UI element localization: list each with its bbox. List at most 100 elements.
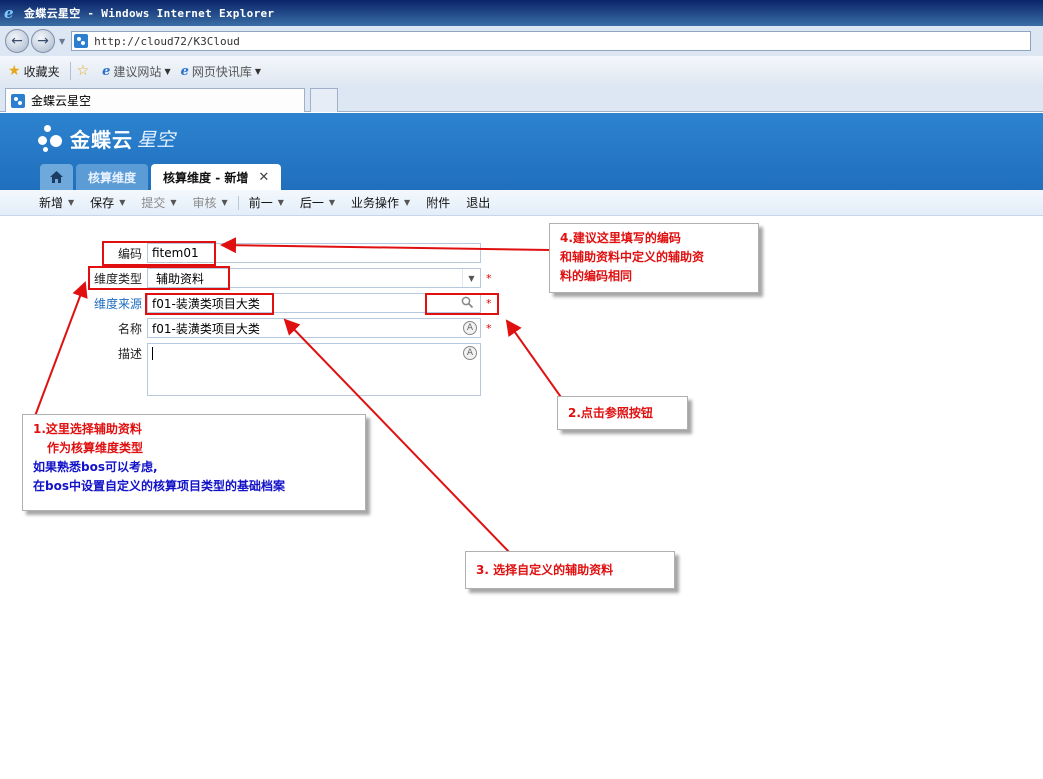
chevron-down-icon: ▼ — [277, 198, 284, 207]
favorites-bar: ★ 收藏夹 ☆ e 建议网站 ▼ e 网页快讯库 ▼ — [0, 56, 1043, 86]
home-icon — [50, 171, 63, 183]
multilanguage-icon[interactable]: A — [463, 321, 477, 335]
toolbar-attachment-button[interactable]: 附件 — [418, 194, 458, 211]
toolbar-label: 附件 — [426, 196, 451, 210]
tab-label: 核算维度 - 新增 — [163, 170, 249, 185]
note-1-line: 作为核算维度类型 — [47, 441, 144, 455]
browser-tab[interactable]: 金蝶云星空 — [5, 88, 305, 112]
logo-main-text: 金蝶云 — [70, 127, 133, 152]
toolbar-divider — [237, 195, 239, 210]
annotation-note-1: 1.这里选择辅助资料 作为核算维度类型 如果熟悉bos可以考虑, 在bos中设置… — [22, 414, 366, 511]
toolbar-new-button[interactable]: 新增 ▼ — [31, 194, 82, 211]
note-4-line: 4.建议这里填写的编码 — [560, 231, 681, 245]
text-cursor — [152, 347, 153, 360]
toolbar-submit-button[interactable]: 提交 ▼ — [133, 194, 184, 211]
toolbar-label: 保存 — [90, 196, 115, 210]
close-icon[interactable]: ✕ — [258, 170, 269, 185]
annotation-note-2: 2.点击参照按钮 — [557, 396, 688, 430]
note-1-line: 1.这里选择辅助资料 — [33, 422, 142, 436]
dimension-source-label[interactable]: 维度来源 — [86, 295, 142, 312]
toolbar-exit-button[interactable]: 退出 — [458, 194, 498, 211]
forward-button[interactable]: → — [31, 29, 55, 53]
back-arrow-icon: ← — [11, 33, 23, 49]
new-tab-button[interactable] — [310, 88, 338, 112]
toolbar-label: 前一 — [248, 196, 273, 210]
note-3-text: 3. 选择自定义的辅助资料 — [476, 562, 614, 577]
chevron-down-icon: ▼ — [254, 66, 262, 76]
toolbar-label: 新增 — [39, 196, 64, 210]
required-mark: * — [486, 322, 492, 335]
browser-tab-strip: 金蝶云星空 — [0, 86, 1043, 112]
site-favicon-icon — [74, 34, 89, 48]
address-row: ← → ▼ http://cloud72/K3Cloud — [0, 26, 1043, 56]
history-dropdown-icon[interactable]: ▼ — [59, 37, 65, 46]
window-title-bar: e 金蝶云星空 - Windows Internet Explorer — [0, 0, 1043, 26]
window-title: 金蝶云星空 - Windows Internet Explorer — [24, 7, 275, 20]
tab-accounting-dimension-new[interactable]: 核算维度 - 新增 ✕ — [151, 164, 282, 190]
highlight-reference-button — [425, 293, 499, 315]
toolbar-label: 审核 — [192, 196, 217, 210]
toolbar-label: 退出 — [466, 196, 491, 210]
logo-dots-icon — [38, 123, 68, 153]
chevron-down-icon: ▼ — [170, 198, 177, 207]
annotation-note-3: 3. 选择自定义的辅助资料 — [465, 551, 675, 589]
ie-page-icon: e — [102, 63, 111, 79]
tab-label: 核算维度 — [88, 170, 137, 185]
toolbar-business-ops-button[interactable]: 业务操作 ▼ — [343, 194, 418, 211]
favorites-button[interactable]: ★ 收藏夹 — [8, 63, 60, 80]
browser-tab-title: 金蝶云星空 — [31, 94, 92, 108]
logo-sub-text: 星空 — [137, 128, 176, 151]
note-4-line: 料的编码相同 — [560, 269, 633, 283]
toolbar-audit-button[interactable]: 审核 ▼ — [185, 194, 236, 211]
toolbar-label: 提交 — [141, 196, 166, 210]
chevron-down-icon: ▼ — [221, 198, 228, 207]
note-4-line: 和辅助资料中定义的辅助资 — [560, 250, 705, 264]
chevron-down-icon: ▼ — [328, 198, 336, 207]
chevron-down-icon: ▼ — [404, 198, 411, 207]
favorites-divider — [69, 62, 71, 80]
toolbar-save-button[interactable]: 保存 ▼ — [82, 194, 133, 211]
highlight-dimension-type — [88, 266, 230, 290]
chevron-down-icon: ▼ — [119, 198, 126, 207]
suggested-sites-label: 建议网站 — [113, 64, 162, 79]
toolbar-previous-button[interactable]: 前一 ▼ — [241, 194, 292, 211]
chevron-down-icon: ▼ — [68, 198, 75, 207]
favorites-label: 收藏夹 — [23, 64, 60, 79]
name-value: f01-装潢类项目大类 — [152, 321, 260, 336]
app-tabs: 核算维度 核算维度 - 新增 ✕ — [40, 164, 284, 190]
chevron-down-icon[interactable]: ▼ — [462, 269, 480, 287]
url-text: http://cloud72/K3Cloud — [94, 34, 240, 48]
kingdee-logo: 金蝶云 星空 — [38, 123, 175, 153]
highlight-dimension-source — [145, 293, 274, 315]
form-toolbar: 新增 ▼ 保存 ▼ 提交 ▼ 审核 ▼ 前一 ▼ 后一 ▼ 业务操作 ▼ 附件 退出 — [0, 190, 1043, 216]
ie-page-icon: e — [180, 63, 189, 79]
required-mark: * — [486, 272, 492, 285]
description-label: 描述 — [117, 347, 142, 361]
add-favorite-star-icon: ☆ — [76, 63, 90, 79]
multilanguage-icon[interactable]: A — [463, 346, 477, 360]
suggested-sites-link[interactable]: e 建议网站 ▼ — [102, 63, 170, 80]
toolbar-label: 业务操作 — [351, 196, 400, 210]
app-header: 金蝶云 星空 核算维度 核算维度 - 新增 ✕ — [0, 113, 1043, 190]
name-input[interactable]: f01-装潢类项目大类 — [147, 318, 481, 338]
toolbar-next-button[interactable]: 后一 ▼ — [292, 194, 343, 211]
note-1-line: 在bos中设置自定义的核算项目类型的基础档案 — [33, 479, 285, 493]
star-icon: ★ — [8, 63, 21, 79]
tab-favicon-icon — [11, 93, 25, 108]
web-slice-gallery-link[interactable]: e 网页快讯库 ▼ — [181, 63, 261, 80]
name-label: 名称 — [117, 322, 142, 336]
note-1-line: 如果熟悉bos可以考虑, — [33, 460, 158, 474]
annotation-note-4: 4.建议这里填写的编码 和辅助资料中定义的辅助资 料的编码相同 — [549, 223, 759, 293]
back-button[interactable]: ← — [5, 29, 29, 53]
highlight-code — [102, 241, 216, 266]
chevron-down-icon: ▼ — [164, 66, 171, 76]
note-2-text: 2.点击参照按钮 — [568, 405, 653, 420]
tab-accounting-dimension[interactable]: 核算维度 — [76, 164, 149, 190]
tab-home[interactable] — [40, 164, 73, 190]
ie-logo-icon: e — [4, 4, 14, 22]
description-textarea[interactable] — [147, 343, 481, 396]
address-bar[interactable]: http://cloud72/K3Cloud — [71, 31, 1032, 51]
forward-arrow-icon: → — [37, 33, 49, 49]
web-slice-gallery-label: 网页快讯库 — [191, 64, 252, 79]
add-favorite-button[interactable]: ☆ — [77, 63, 93, 79]
